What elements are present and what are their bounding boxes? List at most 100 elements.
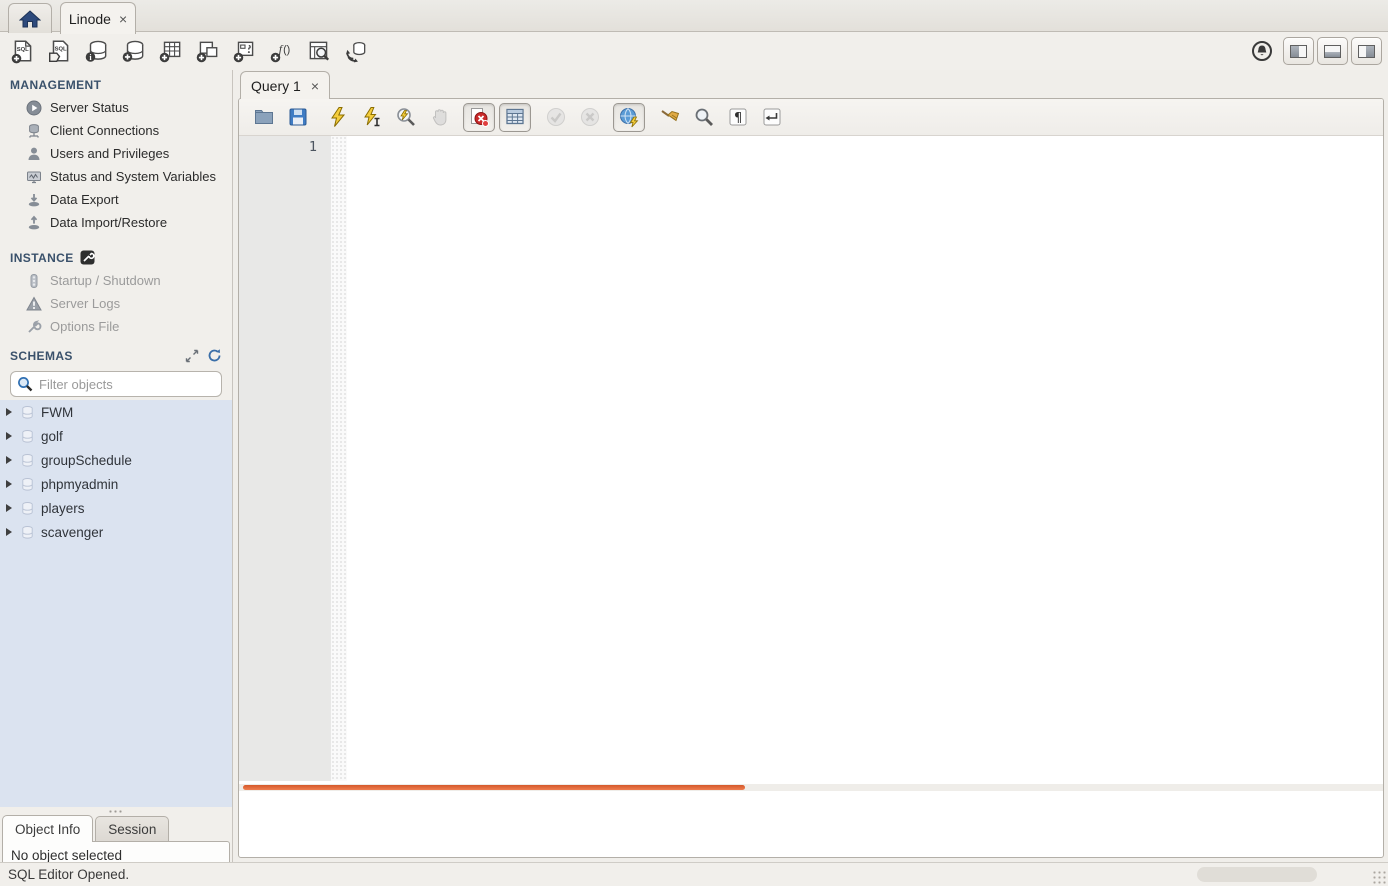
scrollbar-thumb[interactable] <box>243 785 745 790</box>
statusbar-scrollbar-thumb[interactable] <box>1197 867 1317 882</box>
management-section-title: MANAGEMENT <box>0 70 232 96</box>
explain-icon <box>395 106 417 128</box>
refresh-icon[interactable] <box>207 348 222 363</box>
server-logs-icon <box>26 296 42 312</box>
line-number: 1 <box>309 139 317 155</box>
execute-icon <box>327 106 349 128</box>
schema-row-fwm[interactable]: FWM <box>0 400 232 424</box>
create-procedure-button[interactable] <box>226 35 263 67</box>
expand-panel-icon[interactable] <box>185 349 199 363</box>
beautify-button[interactable] <box>653 102 687 132</box>
beautify-icon <box>659 106 681 128</box>
sidebar-item-data-import[interactable]: Data Import/Restore <box>0 211 232 234</box>
sidebar: MANAGEMENT Server Status Client Connecti… <box>0 70 233 862</box>
autocommit-icon <box>618 106 640 128</box>
status-bar: SQL Editor Opened. <box>0 862 1388 886</box>
sql-editor-area[interactable]: 1 <box>239 136 1383 781</box>
schema-icon <box>20 477 35 492</box>
schemas-section-title: SCHEMAS <box>10 349 73 363</box>
autocommit-toggle[interactable] <box>613 103 645 132</box>
main-area: Query 1 × <box>234 70 1388 862</box>
stop-on-error-toggle[interactable] <box>463 103 495 132</box>
create-schema-icon <box>121 38 147 64</box>
sql-editor: ¶ 1 <box>238 98 1384 858</box>
find-icon <box>693 106 715 128</box>
svg-text:SQL: SQL <box>16 47 28 53</box>
svg-text:(): () <box>283 44 290 56</box>
schema-icon <box>20 501 35 516</box>
stop-button[interactable] <box>423 102 457 132</box>
schema-row-golf[interactable]: golf <box>0 424 232 448</box>
object-info-text: No object selected <box>11 848 122 863</box>
execute-current-button[interactable] <box>355 102 389 132</box>
commit-button[interactable] <box>539 102 573 132</box>
expand-arrow-icon[interactable] <box>6 456 12 464</box>
editor-horizontal-scrollbar[interactable] <box>239 784 1384 791</box>
status-text: SQL Editor Opened. <box>8 867 129 882</box>
notification-bell-button[interactable] <box>1243 35 1280 67</box>
expand-arrow-icon[interactable] <box>6 528 12 536</box>
tab-session[interactable]: Session <box>95 816 169 842</box>
schema-filter <box>10 371 222 397</box>
create-schema-button[interactable] <box>115 35 152 67</box>
expand-arrow-icon[interactable] <box>6 408 12 416</box>
save-script-icon <box>287 106 309 128</box>
connection-tab-close-icon[interactable]: × <box>119 12 127 26</box>
schema-tree: FWM golf groupSchedule phpmyadmin player… <box>0 400 232 807</box>
schema-row-scavenger[interactable]: scavenger <box>0 520 232 544</box>
toggle-right-sidebar-button[interactable] <box>1351 37 1382 65</box>
create-view-button[interactable] <box>189 35 226 67</box>
expand-arrow-icon[interactable] <box>6 504 12 512</box>
save-script-button[interactable] <box>281 102 315 132</box>
expand-arrow-icon[interactable] <box>6 480 12 488</box>
limit-rows-icon <box>504 106 526 128</box>
sidebar-item-data-export[interactable]: Data Export <box>0 188 232 211</box>
sidebar-item-server-status[interactable]: Server Status <box>0 96 232 119</box>
connection-tab-label: Linode <box>69 11 111 27</box>
home-tab[interactable] <box>8 3 52 33</box>
system-variables-icon <box>26 169 42 185</box>
sidebar-item-system-variables[interactable]: Status and System Variables <box>0 165 232 188</box>
tab-object-info[interactable]: Object Info <box>2 815 93 842</box>
open-script-button[interactable] <box>247 102 281 132</box>
schema-row-phpmyadmin[interactable]: phpmyadmin <box>0 472 232 496</box>
schema-inspector-button[interactable]: i <box>78 35 115 67</box>
limit-rows-toggle[interactable] <box>499 103 531 132</box>
open-sql-script-button[interactable]: SQL <box>41 35 78 67</box>
sidebar-item-options-file[interactable]: Options File <box>0 315 232 338</box>
new-sql-tab-button[interactable]: SQL <box>4 35 41 67</box>
execute-current-icon <box>361 106 383 128</box>
execute-button[interactable] <box>321 102 355 132</box>
sidebar-item-users-privileges[interactable]: Users and Privileges <box>0 142 232 165</box>
find-button[interactable] <box>687 102 721 132</box>
reconnect-dbms-icon <box>343 38 369 64</box>
create-function-button[interactable]: f () <box>263 35 300 67</box>
toggle-left-sidebar-button[interactable] <box>1283 37 1314 65</box>
data-export-icon <box>26 192 42 208</box>
rollback-icon <box>579 106 601 128</box>
schema-filter-input[interactable] <box>39 377 215 392</box>
sidebar-splitter[interactable] <box>0 807 232 815</box>
search-table-data-button[interactable] <box>300 35 337 67</box>
expand-arrow-icon[interactable] <box>6 432 12 440</box>
search-icon <box>17 376 33 392</box>
query-tab-close-icon[interactable]: × <box>311 79 319 93</box>
schema-row-groupschedule[interactable]: groupSchedule <box>0 448 232 472</box>
rollback-button[interactable] <box>573 102 607 132</box>
reconnect-dbms-button[interactable] <box>337 35 374 67</box>
resize-grip-icon[interactable] <box>1372 870 1386 884</box>
query-tab[interactable]: Query 1 × <box>240 71 330 99</box>
create-table-button[interactable] <box>152 35 189 67</box>
sidebar-item-startup-shutdown[interactable]: Startup / Shutdown <box>0 269 232 292</box>
svg-text:¶: ¶ <box>734 111 742 126</box>
sidebar-item-client-connections[interactable]: Client Connections <box>0 119 232 142</box>
explain-button[interactable] <box>389 102 423 132</box>
show-invisibles-toggle[interactable]: ¶ <box>721 102 755 132</box>
data-import-icon <box>26 215 42 231</box>
schema-row-players[interactable]: players <box>0 496 232 520</box>
connection-tab[interactable]: Linode × <box>60 2 136 34</box>
toggle-bottom-panel-button[interactable] <box>1317 37 1348 65</box>
wrap-text-toggle[interactable] <box>755 102 789 132</box>
sidebar-item-server-logs[interactable]: Server Logs <box>0 292 232 315</box>
wrap-text-icon <box>761 106 783 128</box>
